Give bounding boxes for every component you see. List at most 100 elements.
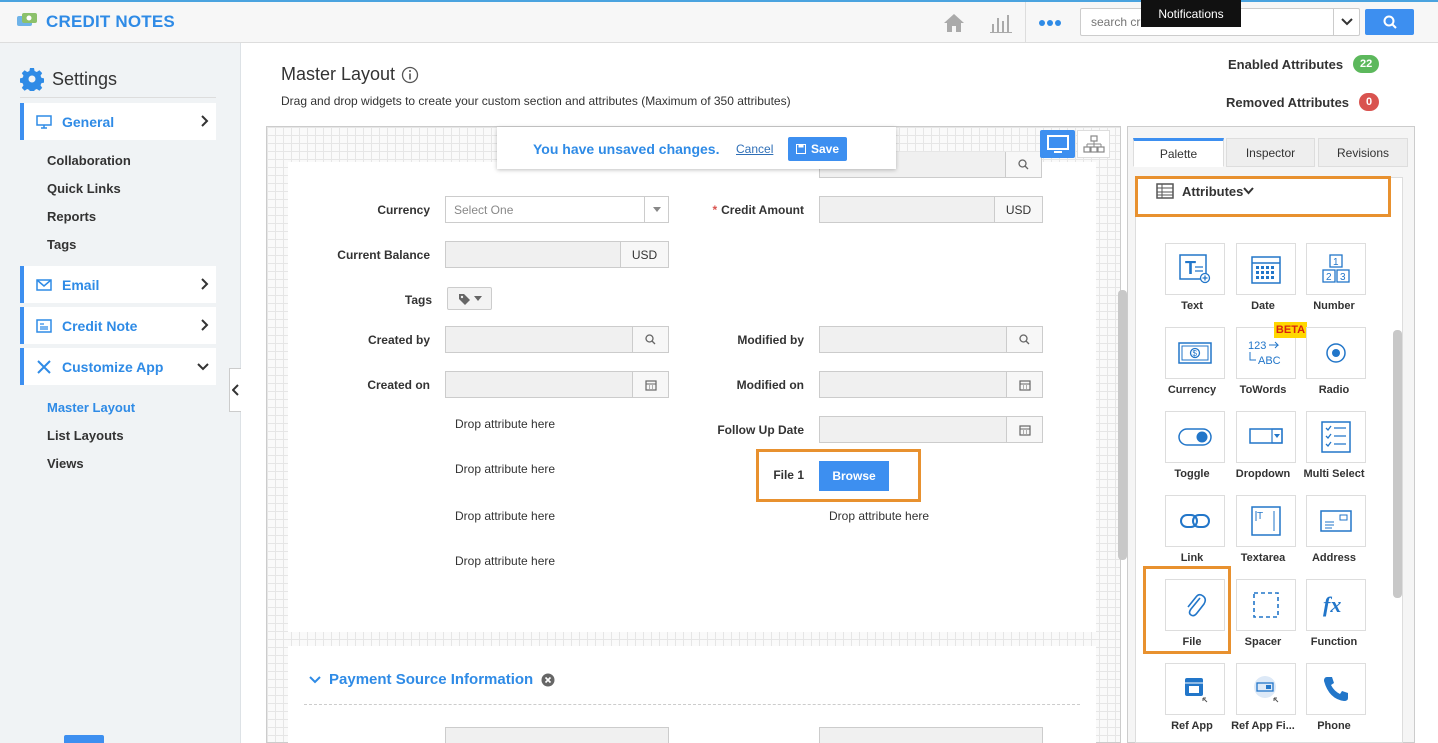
current-balance-field[interactable]: USD xyxy=(445,241,669,268)
app-brand[interactable]: CREDIT NOTES xyxy=(16,11,175,32)
widget-ref-app-field[interactable] xyxy=(1236,663,1296,715)
form-field[interactable] xyxy=(819,727,1043,743)
svg-text:2: 2 xyxy=(1326,272,1332,283)
sidebar-item-label: Customize App xyxy=(62,358,164,375)
currency-select[interactable]: Select One xyxy=(445,196,669,223)
canvas-scrollbar[interactable] xyxy=(1118,290,1127,560)
widget-currency[interactable]: $ xyxy=(1165,327,1225,379)
created-by-field[interactable] xyxy=(445,326,669,353)
drop-zone[interactable]: Drop attribute here xyxy=(455,554,555,568)
widget-link[interactable] xyxy=(1165,495,1225,547)
removed-attributes-label: Removed Attributes xyxy=(1226,94,1350,110)
follow-up-date-field[interactable] xyxy=(819,416,1043,443)
form-field[interactable] xyxy=(445,727,669,743)
page-description: Drag and drop widgets to create your cus… xyxy=(281,94,791,108)
widget-label: Address xyxy=(1311,552,1357,564)
section-divider xyxy=(304,704,1080,705)
widget-radio[interactable] xyxy=(1306,327,1366,379)
section-header[interactable]: Payment Source Information xyxy=(309,671,555,688)
modified-by-field[interactable] xyxy=(819,326,1043,353)
save-button-label: Save xyxy=(810,142,840,156)
search-scope-dropdown[interactable] xyxy=(1333,9,1359,35)
tools-icon xyxy=(37,359,51,374)
sidebar-subitem-master-layout[interactable]: Master Layout xyxy=(47,400,135,415)
cancel-link[interactable]: Cancel xyxy=(736,142,773,156)
created-on-label: Created on xyxy=(367,378,430,392)
currency-unit: USD xyxy=(994,197,1042,222)
envelope-icon xyxy=(36,278,52,291)
widget-label: Number xyxy=(1313,300,1355,312)
widget-dropdown[interactable] xyxy=(1236,411,1296,463)
settings-sidebar: Settings xyxy=(0,43,241,743)
widget-textarea[interactable]: T xyxy=(1236,495,1296,547)
sidebar-subitem-views[interactable]: Views xyxy=(47,456,84,471)
widget-label: Currency xyxy=(1167,384,1217,396)
modified-on-label: Modified on xyxy=(736,378,804,392)
widget-label: Toggle xyxy=(1174,468,1210,480)
tab-inspector[interactable]: Inspector xyxy=(1226,138,1315,167)
widget-spacer[interactable] xyxy=(1236,579,1296,631)
drop-zone[interactable]: Drop attribute here xyxy=(455,462,555,476)
info-icon[interactable] xyxy=(401,66,419,84)
widget-label: Link xyxy=(1180,552,1204,564)
widget-text[interactable]: T xyxy=(1165,243,1225,295)
drop-zone[interactable]: Drop attribute here xyxy=(455,417,555,431)
sidebar-item-credit-note[interactable]: Credit Note xyxy=(20,307,216,344)
tab-revisions[interactable]: Revisions xyxy=(1318,138,1408,167)
drop-zone[interactable]: Drop attribute here xyxy=(455,509,555,523)
divider xyxy=(20,97,216,98)
tags-button[interactable] xyxy=(447,287,492,310)
widget-toggle[interactable] xyxy=(1165,411,1225,463)
sidebar-item-customize-app[interactable]: Customize App xyxy=(20,348,216,385)
widget-phone[interactable] xyxy=(1306,663,1366,715)
remove-section-icon[interactable] xyxy=(541,673,555,687)
widget-function[interactable]: fx xyxy=(1306,579,1366,631)
widget-label: Function xyxy=(1310,636,1358,648)
credit-amount-label: * Credit Amount xyxy=(690,203,804,217)
sidebar-subitem-list-layouts[interactable]: List Layouts xyxy=(47,428,124,443)
enabled-attributes-label: Enabled Attributes xyxy=(1228,56,1344,72)
home-icon[interactable] xyxy=(941,10,967,36)
more-options-icon[interactable] xyxy=(1037,10,1063,36)
chevron-down-icon xyxy=(1340,18,1353,26)
widget-address[interactable] xyxy=(1306,495,1366,547)
save-button[interactable]: Save xyxy=(788,137,847,161)
document-icon xyxy=(36,318,52,333)
svg-text:ABC: ABC xyxy=(1258,355,1281,367)
phone-icon xyxy=(1324,677,1348,701)
sidebar-item-general[interactable]: General xyxy=(20,103,216,140)
sidebar-subitem-collaboration[interactable]: Collaboration xyxy=(47,153,131,168)
modified-on-field[interactable] xyxy=(819,371,1043,398)
search-button[interactable] xyxy=(1365,9,1414,35)
sidebar-item-label: Credit Note xyxy=(62,317,138,334)
currency-select-value: Select One xyxy=(454,203,514,217)
widget-ref-app[interactable] xyxy=(1165,663,1225,715)
attributes-highlight xyxy=(1135,176,1391,217)
ref-field-icon xyxy=(1254,676,1279,703)
widget-date[interactable] xyxy=(1236,243,1296,295)
calendar-icon xyxy=(1006,372,1042,397)
settings-header: Settings xyxy=(20,67,117,91)
widget-multi-select[interactable] xyxy=(1306,411,1366,463)
chevron-down-icon xyxy=(197,363,209,371)
text-field-icon: T xyxy=(1179,254,1211,284)
sidebar-subitem-quick-links[interactable]: Quick Links xyxy=(47,181,121,196)
sidebar-subitem-tags[interactable]: Tags xyxy=(47,237,76,252)
tab-palette[interactable]: Palette xyxy=(1133,138,1224,167)
palette-scrollbar[interactable] xyxy=(1393,330,1402,598)
currency-unit: USD xyxy=(620,242,668,267)
drop-zone[interactable]: Drop attribute here xyxy=(829,509,929,523)
sidebar-item-email[interactable]: Email xyxy=(20,266,216,303)
sidebar-subitem-reports[interactable]: Reports xyxy=(47,209,96,224)
required-marker: * xyxy=(712,203,718,217)
svg-text:fx: fx xyxy=(1323,592,1341,617)
svg-text:3: 3 xyxy=(1340,272,1346,283)
caret-down-icon xyxy=(473,296,482,301)
hierarchy-view-button[interactable] xyxy=(1077,130,1110,158)
created-on-field[interactable] xyxy=(445,371,669,398)
analytics-icon[interactable] xyxy=(988,10,1014,36)
widget-number[interactable]: 123 xyxy=(1306,243,1366,295)
sidebar-bottom-button[interactable] xyxy=(64,735,104,743)
credit-amount-field[interactable]: USD xyxy=(819,196,1043,223)
desktop-view-button[interactable] xyxy=(1040,130,1075,158)
